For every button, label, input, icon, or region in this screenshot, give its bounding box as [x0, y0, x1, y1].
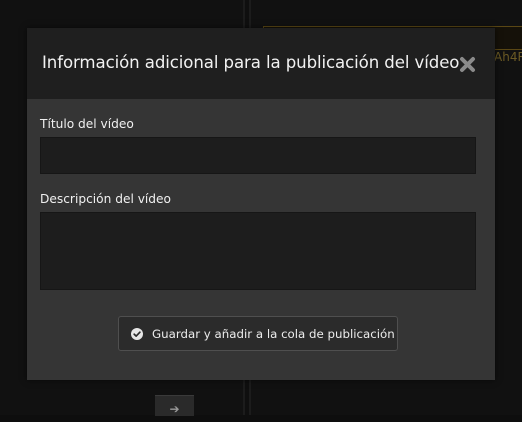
- video-title-label: Título del vídeo: [40, 117, 134, 131]
- video-title-input[interactable]: [40, 137, 476, 174]
- close-icon[interactable]: [459, 56, 476, 73]
- video-description-input[interactable]: [40, 212, 476, 290]
- publish-info-modal: Información adicional para la publicació…: [27, 28, 495, 380]
- save-and-queue-button[interactable]: Guardar y añadir a la cola de publicació…: [118, 316, 398, 351]
- save-button-label: Guardar y añadir a la cola de publicació…: [152, 326, 395, 341]
- background-key-text: Ah4R: [494, 50, 522, 64]
- background-arrow-button: ➔: [155, 395, 194, 416]
- modal-title: Información adicional para la publicació…: [42, 53, 460, 72]
- modal-header: Información adicional para la publicació…: [27, 28, 495, 99]
- check-circle-icon: [131, 327, 143, 340]
- video-description-label: Descripción del vídeo: [40, 192, 171, 206]
